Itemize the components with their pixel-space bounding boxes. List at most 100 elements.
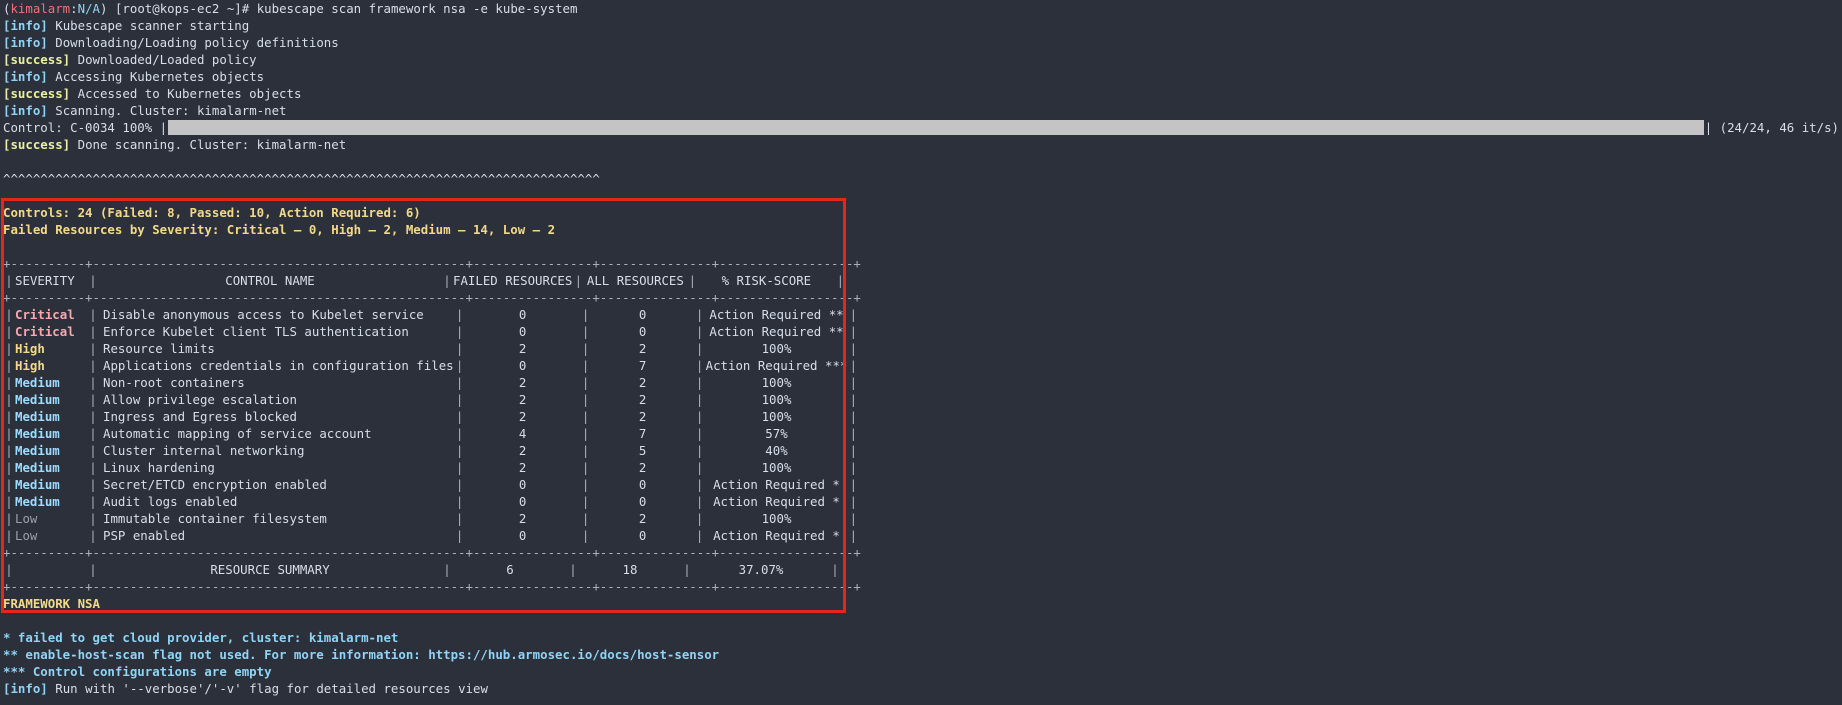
row-all: 7 (638, 426, 647, 441)
header-all-resources: ALL RESOURCES (586, 273, 684, 288)
row-all: 5 (638, 443, 647, 458)
row-risk: 100% (761, 511, 792, 526)
severity-summary: Failed Resources by Severity: Critical —… (3, 222, 556, 237)
row-risk: Action Required * (713, 528, 840, 543)
row-failed: 0 (518, 494, 527, 509)
footnotes: * failed to get cloud provider, cluster:… (3, 629, 1839, 680)
row-failed: 2 (518, 409, 527, 424)
final-line: [info] Run with '--verbose'/'-v' flag fo… (3, 680, 1839, 697)
row-risk: 100% (761, 392, 792, 407)
log-lines: [info] Kubescape scanner starting [info] … (3, 17, 1839, 119)
row-failed: 2 (518, 511, 527, 526)
log-line: [info] Downloading/Loading policy defini… (3, 34, 1839, 51)
row-control-name: Ingress and Egress blocked (103, 409, 297, 424)
log-tag: [info] (3, 103, 48, 118)
row-risk: Action Required *** (705, 358, 848, 373)
row-control-name: Non-root containers (103, 375, 245, 390)
table-row: | Medium | Allow privilege escalation | 2 | 2 | 1… (5, 392, 858, 407)
row-severity: Medium (15, 494, 60, 509)
row-severity: Medium (15, 426, 60, 441)
row-risk: 100% (761, 460, 792, 475)
progress-label: Control: C-0034 100% | (3, 120, 168, 135)
row-severity: Critical (15, 307, 75, 322)
log-tag: [info] (3, 69, 48, 84)
row-all: 0 (638, 528, 647, 543)
log-text: Kubescape scanner starting (55, 18, 250, 33)
table-row: | Medium | Cluster internal networking | 2 | 5 |… (5, 443, 858, 458)
row-all: 7 (638, 358, 647, 373)
log-tag: [success] (3, 52, 71, 67)
log-line: [info] Accessing Kubernetes objects (3, 68, 1839, 85)
row-severity: Medium (15, 460, 60, 475)
prompt-command: kubescape scan framework nsa -e kube-sys… (256, 1, 578, 16)
row-all: 2 (638, 392, 647, 407)
table-row: | High | Resource limits | 2 | 2 | 100% | (5, 341, 858, 356)
row-all: 2 (638, 341, 647, 356)
table-summary: | | RESOURCE SUMMARY | 6 | 18 | 37.07% | (3, 561, 841, 578)
log-text: Accessed to Kubernetes objects (77, 86, 302, 101)
row-failed: 0 (518, 358, 527, 373)
controls-summary: Controls: 24 (Failed: 8, Passed: 10, Act… (3, 205, 421, 220)
row-control-name: Applications credentials in configuratio… (103, 358, 454, 373)
row-failed: 0 (518, 477, 527, 492)
footnote: * failed to get cloud provider, cluster:… (3, 630, 399, 645)
terminal-output[interactable]: (kimalarm:N/A) [root@kops-ec2 ~]# kubesc… (3, 0, 1839, 697)
prompt-env: kimalarm (10, 1, 71, 16)
table-row: | Medium | Non-root containers | 2 | 2 | 100% | (5, 375, 858, 390)
row-control-name: PSP enabled (103, 528, 186, 543)
done-line: [success] Done scanning. Cluster: kimala… (3, 136, 1839, 153)
table-header-row: | SEVERITY | CONTROL NAME | FAILED RESOU… (5, 273, 845, 288)
row-risk: 40% (765, 443, 788, 458)
table-row: | Medium | Audit logs enabled | 0 | 0 | Action Re… (5, 494, 858, 509)
progress-bar (168, 120, 1704, 135)
row-all: 0 (638, 307, 647, 322)
log-tag: [info] (3, 35, 48, 50)
table-row: | Low | Immutable container filesystem | 2 | 2 |… (5, 511, 858, 526)
row-all: 0 (638, 324, 647, 339)
log-line: [success] Accessed to Kubernetes objects (3, 85, 1839, 102)
table-border-summary: +----------+----------------------------… (3, 545, 861, 560)
table-border-top: +----------+----------------------------… (3, 256, 861, 271)
prompt-line: (kimalarm:N/A) [root@kops-ec2 ~]# kubesc… (3, 1, 578, 16)
row-control-name: Audit logs enabled (103, 494, 238, 509)
summary-label: RESOURCE SUMMARY (210, 562, 330, 577)
log-line: [info] Kubescape scanner starting (3, 17, 1839, 34)
progress-suffix: | (24/24, 46 it/s) (1704, 120, 1839, 135)
prompt-host: [root@kops-ec2 ~]# (114, 1, 250, 16)
results-grid: | SEVERITY | CONTROL NAME | FAILED RESOU… (3, 272, 846, 289)
row-risk: Action Required * (713, 477, 840, 492)
row-failed: 0 (518, 324, 527, 339)
row-control-name: Immutable container filesystem (103, 511, 327, 526)
table-row: | Medium | Ingress and Egress blocked | 2 | 2 | 1… (5, 409, 858, 424)
row-failed: 2 (518, 460, 527, 475)
done-text: Done scanning. Cluster: kimalarm-net (77, 137, 347, 152)
header-severity: SEVERITY (15, 273, 75, 288)
table-row: | Medium | Secret/ETCD encryption enabled | 0… (5, 477, 858, 492)
row-risk: 100% (761, 375, 792, 390)
row-risk: Action Required ** (709, 324, 844, 339)
log-text: Scanning. Cluster: kimalarm-net (55, 103, 287, 118)
table-row: | Medium | Linux hardening | 2 | 2 | 100% | (5, 460, 858, 475)
row-control-name: Enforce Kubelet client TLS authenticatio… (103, 324, 409, 339)
row-control-name: Resource limits (103, 341, 215, 356)
row-risk: 100% (761, 409, 792, 424)
log-text: Downloaded/Loaded policy (77, 52, 257, 67)
row-severity: High (15, 341, 45, 356)
row-control-name: Automatic mapping of service account (103, 426, 372, 441)
results-table: +----------+----------------------------… (3, 255, 1839, 595)
row-severity: Low (15, 528, 38, 543)
row-severity: High (15, 358, 45, 373)
tilde-line: ^^^^^^^^^^^^^^^^^^^^^^^^^^^^^^^^^^^^^^^^… (3, 171, 600, 186)
row-risk: Action Required ** (709, 307, 844, 322)
table-row: | Critical | Enforce Kubelet client TLS aut… (5, 324, 858, 339)
row-control-name: Secret/ETCD encryption enabled (103, 477, 327, 492)
row-risk: Action Required * (713, 494, 840, 509)
summary-risk: 37.07% (738, 562, 784, 577)
table-row: | Low | PSP enabled | 0 | 0 | Action Required * | (5, 528, 858, 543)
progress-fill (168, 120, 1704, 135)
row-failed: 2 (518, 375, 527, 390)
final-tag: [info] (3, 681, 48, 696)
row-severity: Medium (15, 477, 60, 492)
row-severity: Medium (15, 409, 60, 424)
row-failed: 0 (518, 307, 527, 322)
